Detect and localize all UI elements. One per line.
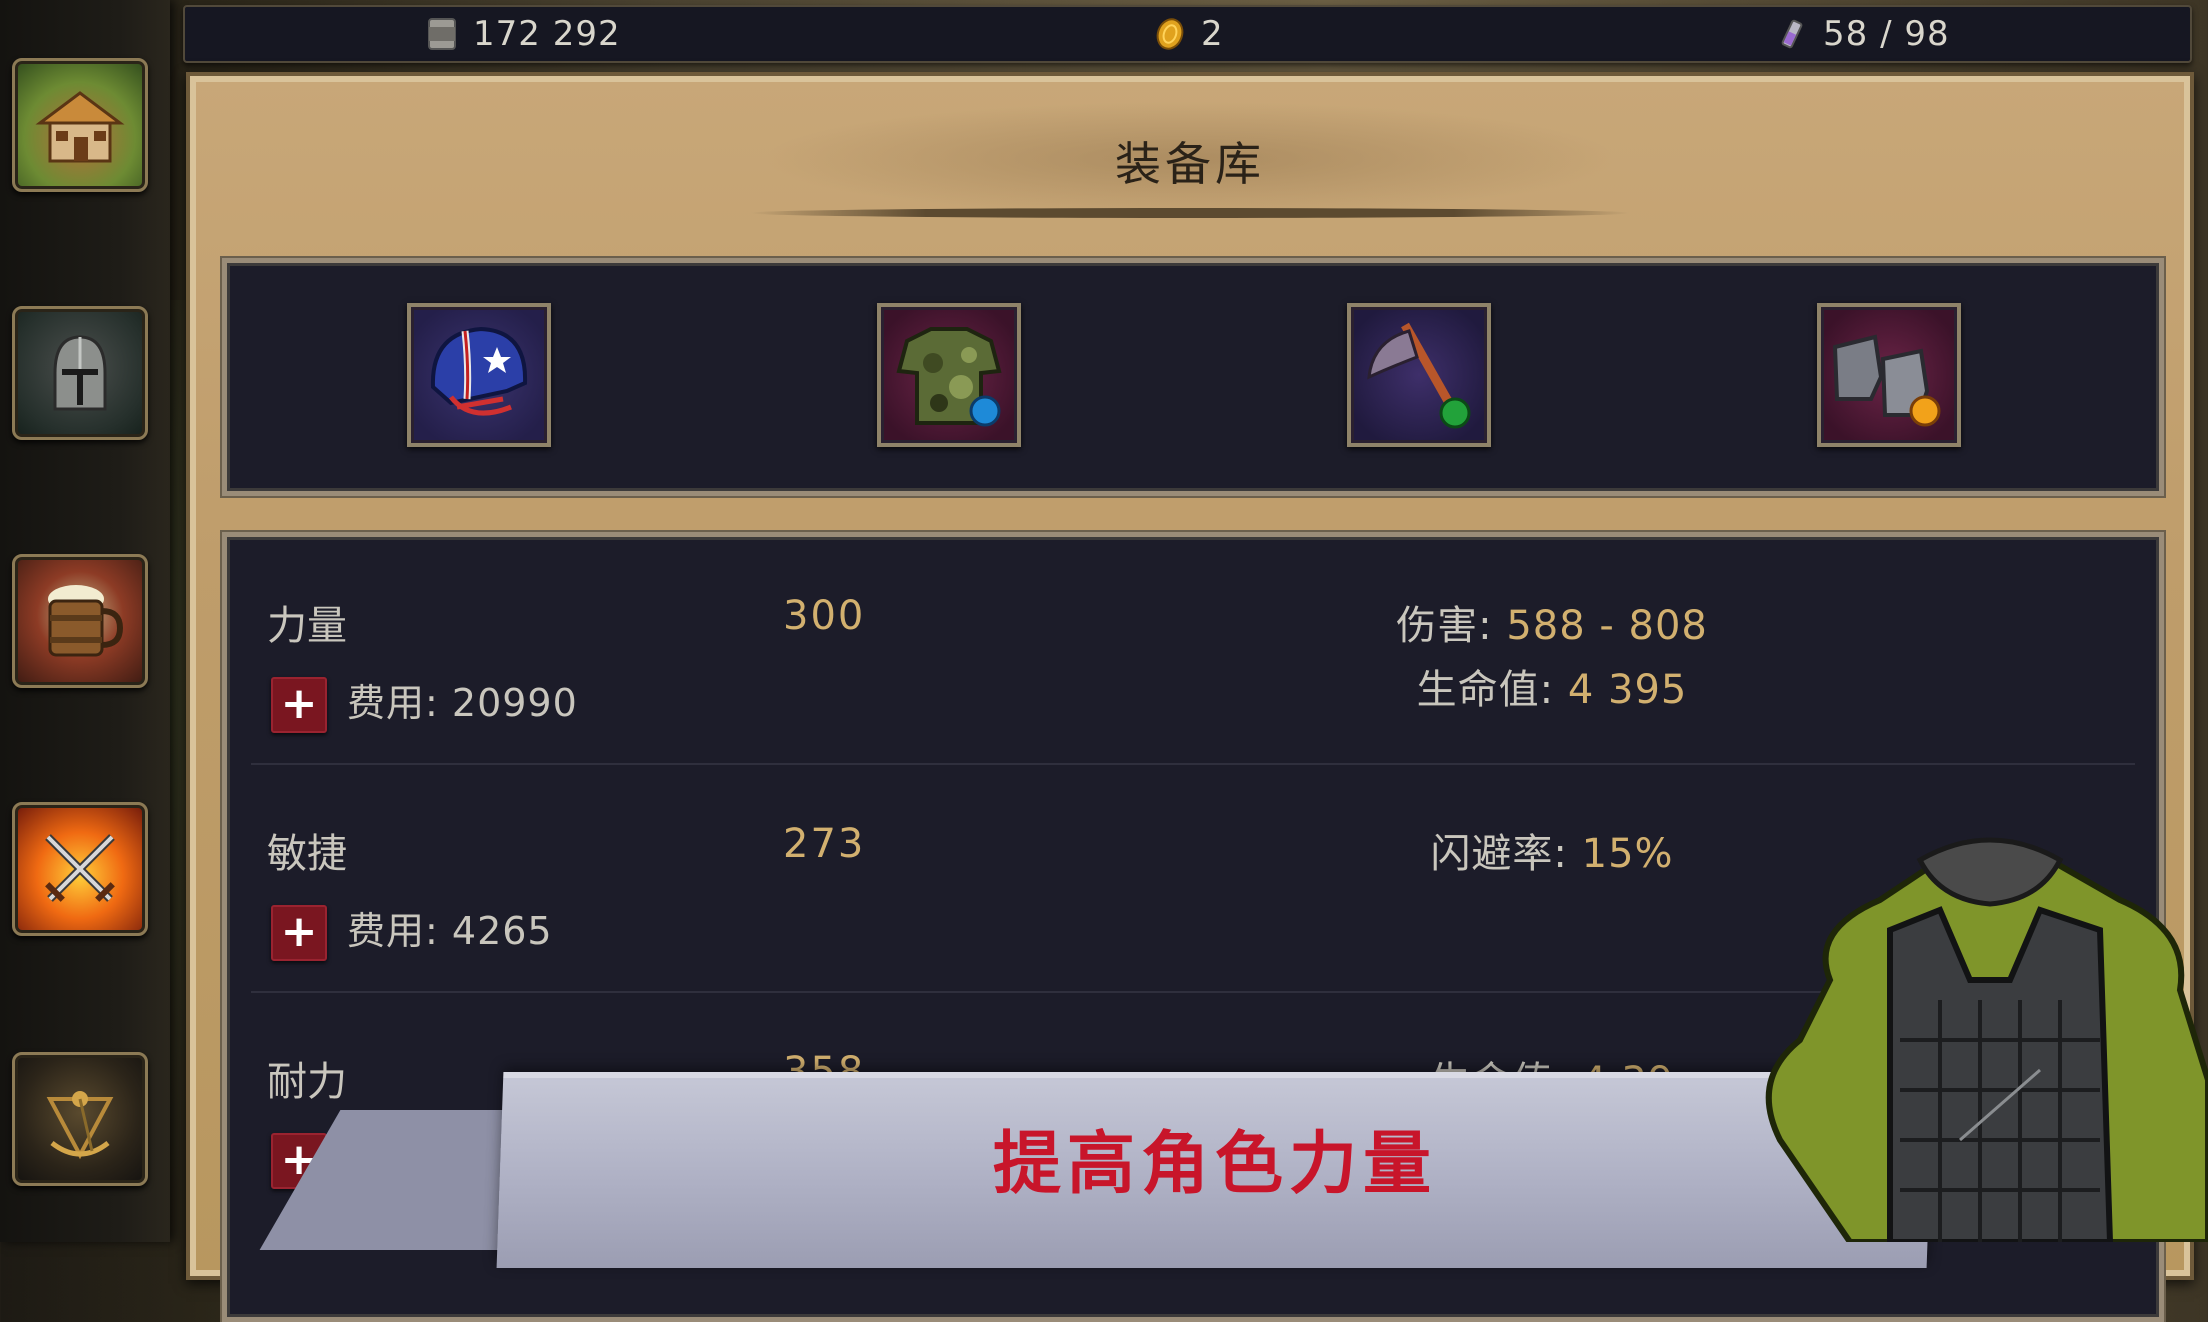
stat-effect: 生命值: 4 395: [1247, 657, 1857, 715]
sidebar: [0, 0, 170, 1242]
effect-label: 生命值:: [1416, 667, 1555, 713]
stat-name: 力量: [267, 603, 347, 649]
ammo-value: 58 / 98: [1823, 14, 1950, 54]
stat-cost: 费用: 4265: [347, 905, 553, 957]
sidebar-item-helmet[interactable]: [12, 306, 148, 440]
equipment-slots: [222, 258, 2164, 496]
camo-shirt-icon: [896, 327, 1002, 427]
resource-gold: 2: [1153, 7, 1224, 61]
stat-row-strength: 力量 300 + 费用: 20990 伤害: 588 - 808 生命值: 4 …: [227, 537, 2159, 765]
beer-mug-icon: [48, 585, 124, 657]
effect-label: 伤害:: [1396, 603, 1493, 649]
sidebar-item-tavern[interactable]: [12, 554, 148, 688]
tutorial-text: 提高角色力量: [992, 1125, 1437, 1204]
sidebar-item-navigation[interactable]: [12, 1052, 148, 1186]
stat-value: 273: [783, 821, 866, 867]
resource-ammo: 58 / 98: [1775, 7, 1950, 61]
armor-vest-mascot: [1765, 837, 2208, 1242]
sidebar-item-battle[interactable]: [12, 802, 148, 936]
title-rule: [750, 208, 1630, 218]
crossed-swords-icon: [45, 834, 115, 902]
resource-cans: 172 292: [425, 7, 621, 61]
effect-value: 588 - 808: [1506, 603, 1708, 649]
stat-cost: 费用: 20990: [347, 677, 578, 729]
effect-label: 闪避率:: [1430, 831, 1568, 877]
axe-icon: [1367, 322, 1471, 429]
syringe-icon: [1781, 19, 1803, 49]
sextant-icon: [46, 1091, 114, 1160]
resource-bar: 172 292 2 58 / 98: [183, 5, 2192, 63]
upgrade-agility-button[interactable]: +: [271, 905, 327, 961]
upgrade-strength-button[interactable]: +: [271, 677, 327, 733]
stat-name: 耐力: [267, 1059, 347, 1105]
gold-value: 2: [1201, 14, 1224, 54]
equipment-slot-feet[interactable]: [1817, 303, 1961, 447]
equipment-slot-head[interactable]: [407, 303, 551, 447]
boots-icon: [1832, 334, 1941, 427]
stat-name: 敏捷: [267, 831, 347, 877]
equipment-slot-weapon[interactable]: [1347, 303, 1491, 447]
gold-coin-icon: [1156, 18, 1184, 50]
cost-value: 20990: [451, 681, 578, 725]
knight-helmet-icon: [53, 335, 107, 411]
effect-value: 4 395: [1567, 667, 1688, 713]
stat-value: 300: [783, 593, 866, 639]
cost-label: 费用:: [347, 681, 439, 725]
sidebar-item-house[interactable]: [12, 58, 148, 192]
stat-effect: 伤害: 588 - 808: [1247, 593, 1857, 651]
equipment-slot-body[interactable]: [877, 303, 1021, 447]
cost-label: 费用:: [347, 909, 439, 953]
cost-value: 4265: [451, 909, 553, 953]
can-icon: [428, 18, 456, 50]
football-helmet-icon: [430, 326, 528, 416]
house-icon: [35, 91, 125, 163]
effect-value: 15%: [1581, 831, 1674, 877]
cans-value: 172 292: [473, 14, 621, 54]
page-title: 装备库: [1115, 137, 1265, 191]
